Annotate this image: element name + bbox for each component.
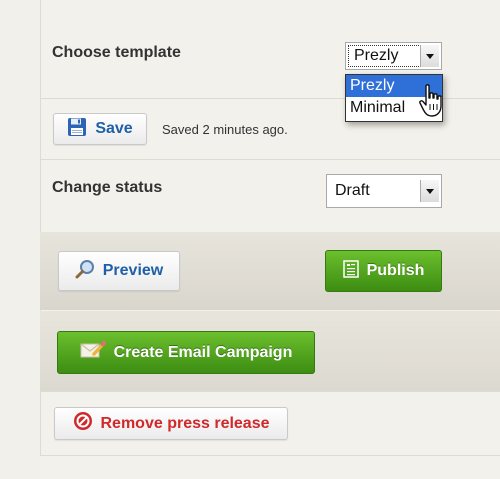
save-status-text: Saved 2 minutes ago.: [162, 122, 288, 137]
magnifier-icon: [75, 259, 95, 284]
divider: [40, 159, 500, 160]
template-select[interactable]: Prezly: [345, 42, 442, 70]
save-button-label: Save: [95, 120, 133, 137]
chevron-down-icon[interactable]: [420, 180, 439, 202]
envelope-pencil-icon: [80, 340, 106, 365]
status-select-value: Draft: [335, 182, 370, 199]
preview-button[interactable]: Preview: [58, 251, 180, 291]
divider: [40, 391, 500, 392]
divider: [40, 455, 500, 456]
remove-press-release-label: Remove press release: [100, 414, 270, 432]
document-icon: [342, 259, 359, 283]
publish-button[interactable]: Publish: [325, 250, 442, 292]
chevron-down-icon[interactable]: [420, 45, 439, 67]
remove-press-release-button[interactable]: Remove press release: [54, 407, 288, 440]
publish-button-label: Publish: [366, 262, 425, 279]
create-email-campaign-button[interactable]: Create Email Campaign: [57, 331, 315, 374]
preview-button-label: Preview: [102, 262, 164, 279]
floppy-disk-icon: [67, 117, 87, 142]
choose-template-label: Choose template: [52, 44, 181, 61]
hand-pointer-cursor-icon: [418, 84, 446, 118]
status-select[interactable]: Draft: [326, 174, 442, 208]
save-button[interactable]: Save: [53, 113, 147, 145]
create-email-campaign-label: Create Email Campaign: [113, 343, 293, 361]
no-entry-icon: [73, 411, 93, 436]
change-status-label: Change status: [52, 179, 163, 196]
template-select-value: Prezly: [354, 47, 399, 64]
